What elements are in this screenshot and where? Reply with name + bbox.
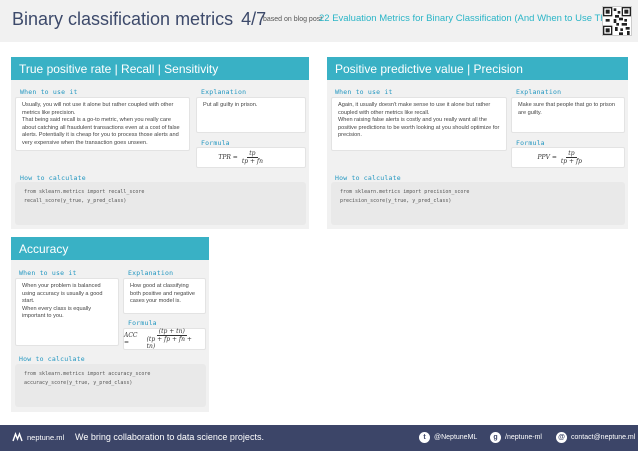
ppv-explanation-label: Explanation	[516, 88, 562, 96]
footer-github[interactable]: g /neptune-ml	[490, 432, 542, 443]
footer: neptune.ml We bring collaboration to dat…	[0, 425, 638, 451]
ppv-formula: PPV = tp tp + fp	[511, 147, 625, 168]
qr-code-icon	[603, 7, 631, 35]
acc-when-text: When your problem is balanced using accu…	[15, 278, 119, 346]
ppv-explanation-text: Make sure that people that go to prison …	[511, 97, 625, 133]
tpr-explanation-label: Explanation	[201, 88, 247, 96]
email-icon: @	[556, 432, 567, 443]
acc-explanation-label: Explanation	[128, 269, 174, 277]
ppv-formula-label: Formula	[516, 139, 545, 147]
qr-code	[602, 6, 632, 36]
tpr-how-label: How to calculate	[20, 174, 86, 182]
formula-lhs: TPR =	[218, 154, 238, 161]
twitter-icon: t	[419, 432, 430, 443]
header: Binary classification metrics 4/7 based o…	[0, 0, 638, 42]
footer-logo-text: neptune.ml	[27, 432, 65, 442]
footer-email[interactable]: @ contact@neptune.ml	[556, 432, 635, 443]
formula-lhs: PPV =	[537, 154, 557, 161]
formula-numerator: tp	[566, 150, 577, 158]
ppv-code-block[interactable]: from sklearn.metrics import precision_sc…	[331, 182, 625, 225]
ppv-how-label: How to calculate	[335, 174, 401, 182]
footer-twitter[interactable]: t @NeptuneML	[419, 432, 477, 443]
formula-lhs: ACC =	[124, 332, 138, 346]
tpr-card-title: True positive rate | Recall | Sensitivit…	[11, 57, 309, 80]
tpr-code-block[interactable]: from sklearn.metrics import recall_score…	[15, 182, 306, 225]
title-text: Binary classification metrics	[12, 9, 234, 29]
based-on-label: based on blog post	[263, 16, 323, 23]
email-address: contact@neptune.ml	[571, 434, 636, 441]
acc-card-title: Accuracy	[11, 237, 209, 260]
tpr-explanation-text: Put all guilty in prison.	[196, 97, 306, 133]
ppv-when-text: Again, it usually doesn't make sense to …	[331, 97, 507, 151]
acc-formula-expr: ACC = (tp + tn) (tp + fp + fn + tn)	[124, 328, 199, 350]
blog-post-link[interactable]: 22 Evaluation Metrics for Binary Classif…	[319, 13, 622, 24]
acc-formula-label: Formula	[128, 319, 157, 327]
tpr-formula-expr: TPR = tp tp + fn	[218, 150, 265, 165]
tpr-formula: TPR = tp tp + fn	[196, 147, 306, 168]
acc-formula: ACC = (tp + tn) (tp + fp + fn + tn)	[123, 328, 206, 350]
acc-explanation-text: How good at classifying both positive an…	[123, 278, 206, 314]
footer-logo[interactable]: neptune.ml	[12, 432, 64, 442]
formula-denominator: tp + fp	[560, 158, 582, 165]
acc-code-block[interactable]: from sklearn.metrics import accuracy_sco…	[15, 364, 206, 407]
ppv-card-title: Positive predictive value | Precision	[327, 57, 628, 80]
formula-denominator: (tp + fp + fn + tn)	[146, 336, 192, 350]
formula-numerator: (tp + tn)	[156, 328, 187, 336]
footer-tagline: We bring collaboration to data science p…	[75, 432, 264, 442]
ppv-when-label: When to use it	[335, 88, 393, 96]
acc-when-label: When to use it	[19, 269, 77, 277]
page-title: Binary classification metrics 4/7	[12, 9, 266, 30]
acc-how-label: How to calculate	[19, 355, 85, 363]
formula-numerator: tp	[247, 150, 258, 158]
github-icon: g	[490, 432, 501, 443]
tpr-when-text: Usually, you will not use it alone but r…	[15, 97, 190, 151]
ppv-formula-expr: PPV = tp tp + fp	[538, 150, 585, 165]
twitter-handle: @NeptuneML	[434, 434, 478, 441]
tpr-formula-label: Formula	[201, 139, 230, 147]
formula-denominator: tp + fn	[241, 158, 263, 165]
tpr-when-label: When to use it	[20, 88, 78, 96]
neptune-logo-icon	[12, 432, 23, 442]
github-handle: /neptune-ml	[505, 434, 542, 441]
